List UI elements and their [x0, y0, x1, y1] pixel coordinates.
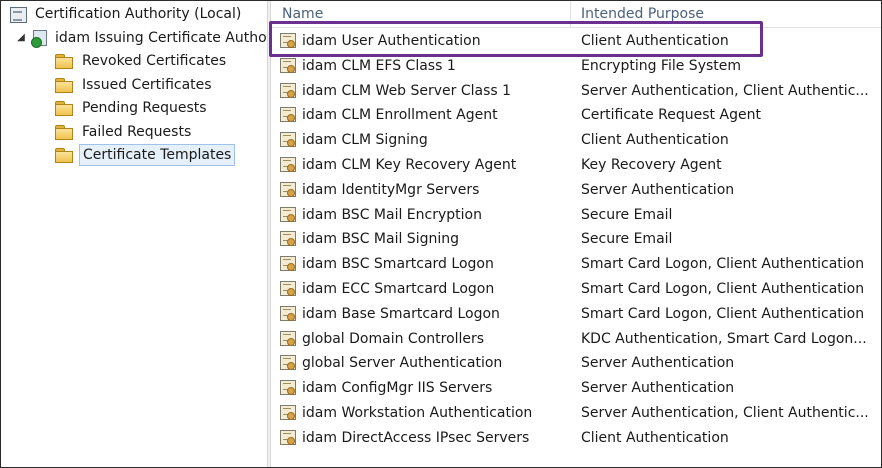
template-name: idam ECC Smartcard Logon: [302, 281, 495, 297]
certificate-template-icon: [280, 305, 296, 321]
column-header-name[interactable]: Name: [282, 6, 323, 22]
tree-item-folder-label: Certificate Templates: [79, 144, 236, 167]
template-name: idam CLM EFS Class 1: [302, 57, 456, 74]
template-intended-purpose: KDC Authentication, Smart Card Logon...: [581, 330, 867, 347]
template-name: idam ConfigMgr IIS Servers: [302, 380, 493, 397]
tree-item-folder-label: Failed Requests: [82, 123, 192, 140]
template-name: idam Workstation Authentication: [302, 405, 533, 421]
certificate-store-icon: [9, 4, 29, 24]
template-intended-purpose: Encrypting File System: [581, 57, 742, 74]
console-tree: Certification Authority (Local) ◢ idam I…: [1, 1, 267, 467]
template-name: idam CLM Enrollment Agent: [302, 107, 498, 124]
list-column-header: Name Intended Purpose: [272, 1, 881, 28]
template-row[interactable]: idam CLM Enrollment Agent Certificate Req…: [272, 103, 881, 127]
tree-item-ca-label: idam Issuing Certificate Authority: [55, 30, 267, 46]
ca-server-icon: [31, 29, 49, 48]
certsrv-window: Certification Authority (Local) ◢ idam I…: [0, 0, 882, 468]
template-name: idam CLM Key Recovery Agent: [302, 157, 517, 173]
tree-item-folder[interactable]: Pending Requests: [55, 97, 210, 119]
folder-icon: [55, 101, 73, 117]
tree-item-folder-label: Issued Certificates: [82, 76, 212, 93]
template-intended-purpose: Server Authentication, Client Authentic.…: [581, 405, 869, 421]
column-separator[interactable]: [570, 1, 571, 27]
certificate-template-icon: [280, 429, 296, 445]
template-name: idam IdentityMgr Servers: [302, 181, 480, 198]
template-list-view: Name Intended Purpose idam User Authenti…: [272, 1, 881, 467]
tree-item-folder[interactable]: Failed Requests: [55, 121, 194, 143]
template-name: idam CLM Signing: [302, 132, 428, 149]
template-row[interactable]: global Server Authentication Server Authe…: [272, 351, 881, 375]
tree-item-folder[interactable]: Certificate Templates: [55, 144, 236, 167]
template-row[interactable]: idam ECC Smartcard Logon Smart Card Logon…: [272, 277, 881, 301]
template-intended-purpose: Certificate Request Agent: [581, 107, 761, 124]
tree-item-folder[interactable]: Issued Certificates: [55, 74, 215, 96]
template-intended-purpose: Server Authentication: [581, 181, 735, 198]
column-header-purpose[interactable]: Intended Purpose: [581, 6, 704, 22]
template-name: global Domain Controllers: [302, 330, 485, 347]
folder-icon: [55, 148, 73, 164]
template-row[interactable]: idam BSC Smartcard Logon Smart Card Logon…: [272, 252, 881, 276]
template-intended-purpose: Smart Card Logon, Client Authentication: [581, 281, 865, 297]
template-intended-purpose: Server Authentication: [581, 380, 735, 397]
certificate-template-icon: [280, 256, 296, 272]
template-intended-purpose: Secure Email: [581, 206, 673, 223]
certificate-template-icon: [280, 132, 296, 148]
certificate-template-icon: [280, 82, 296, 98]
template-row[interactable]: idam DirectAccess IPsec Servers Client Au…: [272, 426, 881, 450]
tree-item-folder-label: Pending Requests: [82, 100, 207, 117]
certificate-template-icon: [280, 107, 296, 123]
template-row[interactable]: idam Base Smartcard Logon Smart Card Logo…: [272, 302, 881, 326]
template-row[interactable]: idam CLM Key Recovery Agent Key Recovery …: [272, 153, 881, 177]
template-row[interactable]: idam IdentityMgr Servers Server Authentic…: [272, 178, 881, 202]
template-intended-purpose: Client Authentication: [581, 132, 729, 149]
template-row[interactable]: idam BSC Mail Encryption Secure Email: [272, 203, 881, 227]
tree-item-root-label: Certification Authority (Local): [35, 6, 242, 22]
certificate-template-icon: [280, 57, 296, 73]
template-name: idam BSC Mail Signing: [302, 231, 459, 248]
template-name: idam User Authentication: [302, 33, 481, 49]
pane-splitter[interactable]: [267, 1, 271, 467]
certificate-template-icon: [280, 181, 296, 197]
certificate-template-icon: [280, 355, 296, 371]
tree-item-ca[interactable]: ◢ idam Issuing Certificate Authority: [15, 27, 267, 49]
template-row[interactable]: idam CLM Signing Client Authentication: [272, 128, 881, 152]
certificate-template-icon: [280, 157, 296, 172]
template-row[interactable]: idam User Authentication Client Authentic…: [272, 29, 881, 53]
expand-arrow-icon[interactable]: ◢: [15, 27, 27, 49]
template-intended-purpose: Key Recovery Agent: [581, 157, 722, 173]
template-intended-purpose: Secure Email: [581, 231, 673, 248]
certificate-template-icon: [280, 380, 296, 396]
template-name: idam Base Smartcard Logon: [302, 305, 500, 322]
template-intended-purpose: Server Authentication: [581, 355, 735, 372]
template-row[interactable]: idam ConfigMgr IIS Servers Server Authent…: [272, 376, 881, 400]
template-name: global Server Authentication: [302, 355, 503, 372]
template-name: idam DirectAccess IPsec Servers: [302, 429, 530, 446]
tree-item-root[interactable]: Certification Authority (Local): [9, 3, 241, 25]
certificate-template-icon: [280, 405, 296, 420]
certificate-template-icon: [280, 206, 296, 222]
template-row[interactable]: idam CLM Web Server Class 1 Server Authen…: [272, 79, 881, 103]
template-intended-purpose: Smart Card Logon, Client Authentication: [581, 256, 865, 273]
tree-item-folder[interactable]: Revoked Certificates: [55, 50, 229, 72]
certificate-template-icon: [280, 281, 296, 296]
template-row[interactable]: idam Workstation Authentication Server Au…: [272, 401, 881, 425]
folder-icon: [55, 124, 73, 140]
tree-item-folder-label: Revoked Certificates: [82, 53, 227, 69]
template-row[interactable]: idam BSC Mail Signing Secure Email: [272, 227, 881, 251]
certificate-template-icon: [280, 33, 296, 48]
template-intended-purpose: Client Authentication: [581, 429, 729, 446]
template-row[interactable]: global Domain Controllers KDC Authenticat…: [272, 327, 881, 351]
template-name: idam BSC Smartcard Logon: [302, 256, 494, 273]
folder-icon: [55, 54, 73, 69]
certificate-template-icon: [280, 231, 296, 247]
certificate-template-icon: [280, 330, 296, 346]
template-name: idam CLM Web Server Class 1: [302, 82, 512, 99]
template-intended-purpose: Smart Card Logon, Client Authentication: [581, 305, 865, 322]
folder-icon: [55, 77, 73, 93]
template-intended-purpose: Server Authentication, Client Authentic.…: [581, 82, 869, 99]
template-row[interactable]: idam CLM EFS Class 1 Encrypting File Syst…: [272, 54, 881, 78]
template-intended-purpose: Client Authentication: [581, 33, 729, 49]
template-name: idam BSC Mail Encryption: [302, 206, 482, 223]
